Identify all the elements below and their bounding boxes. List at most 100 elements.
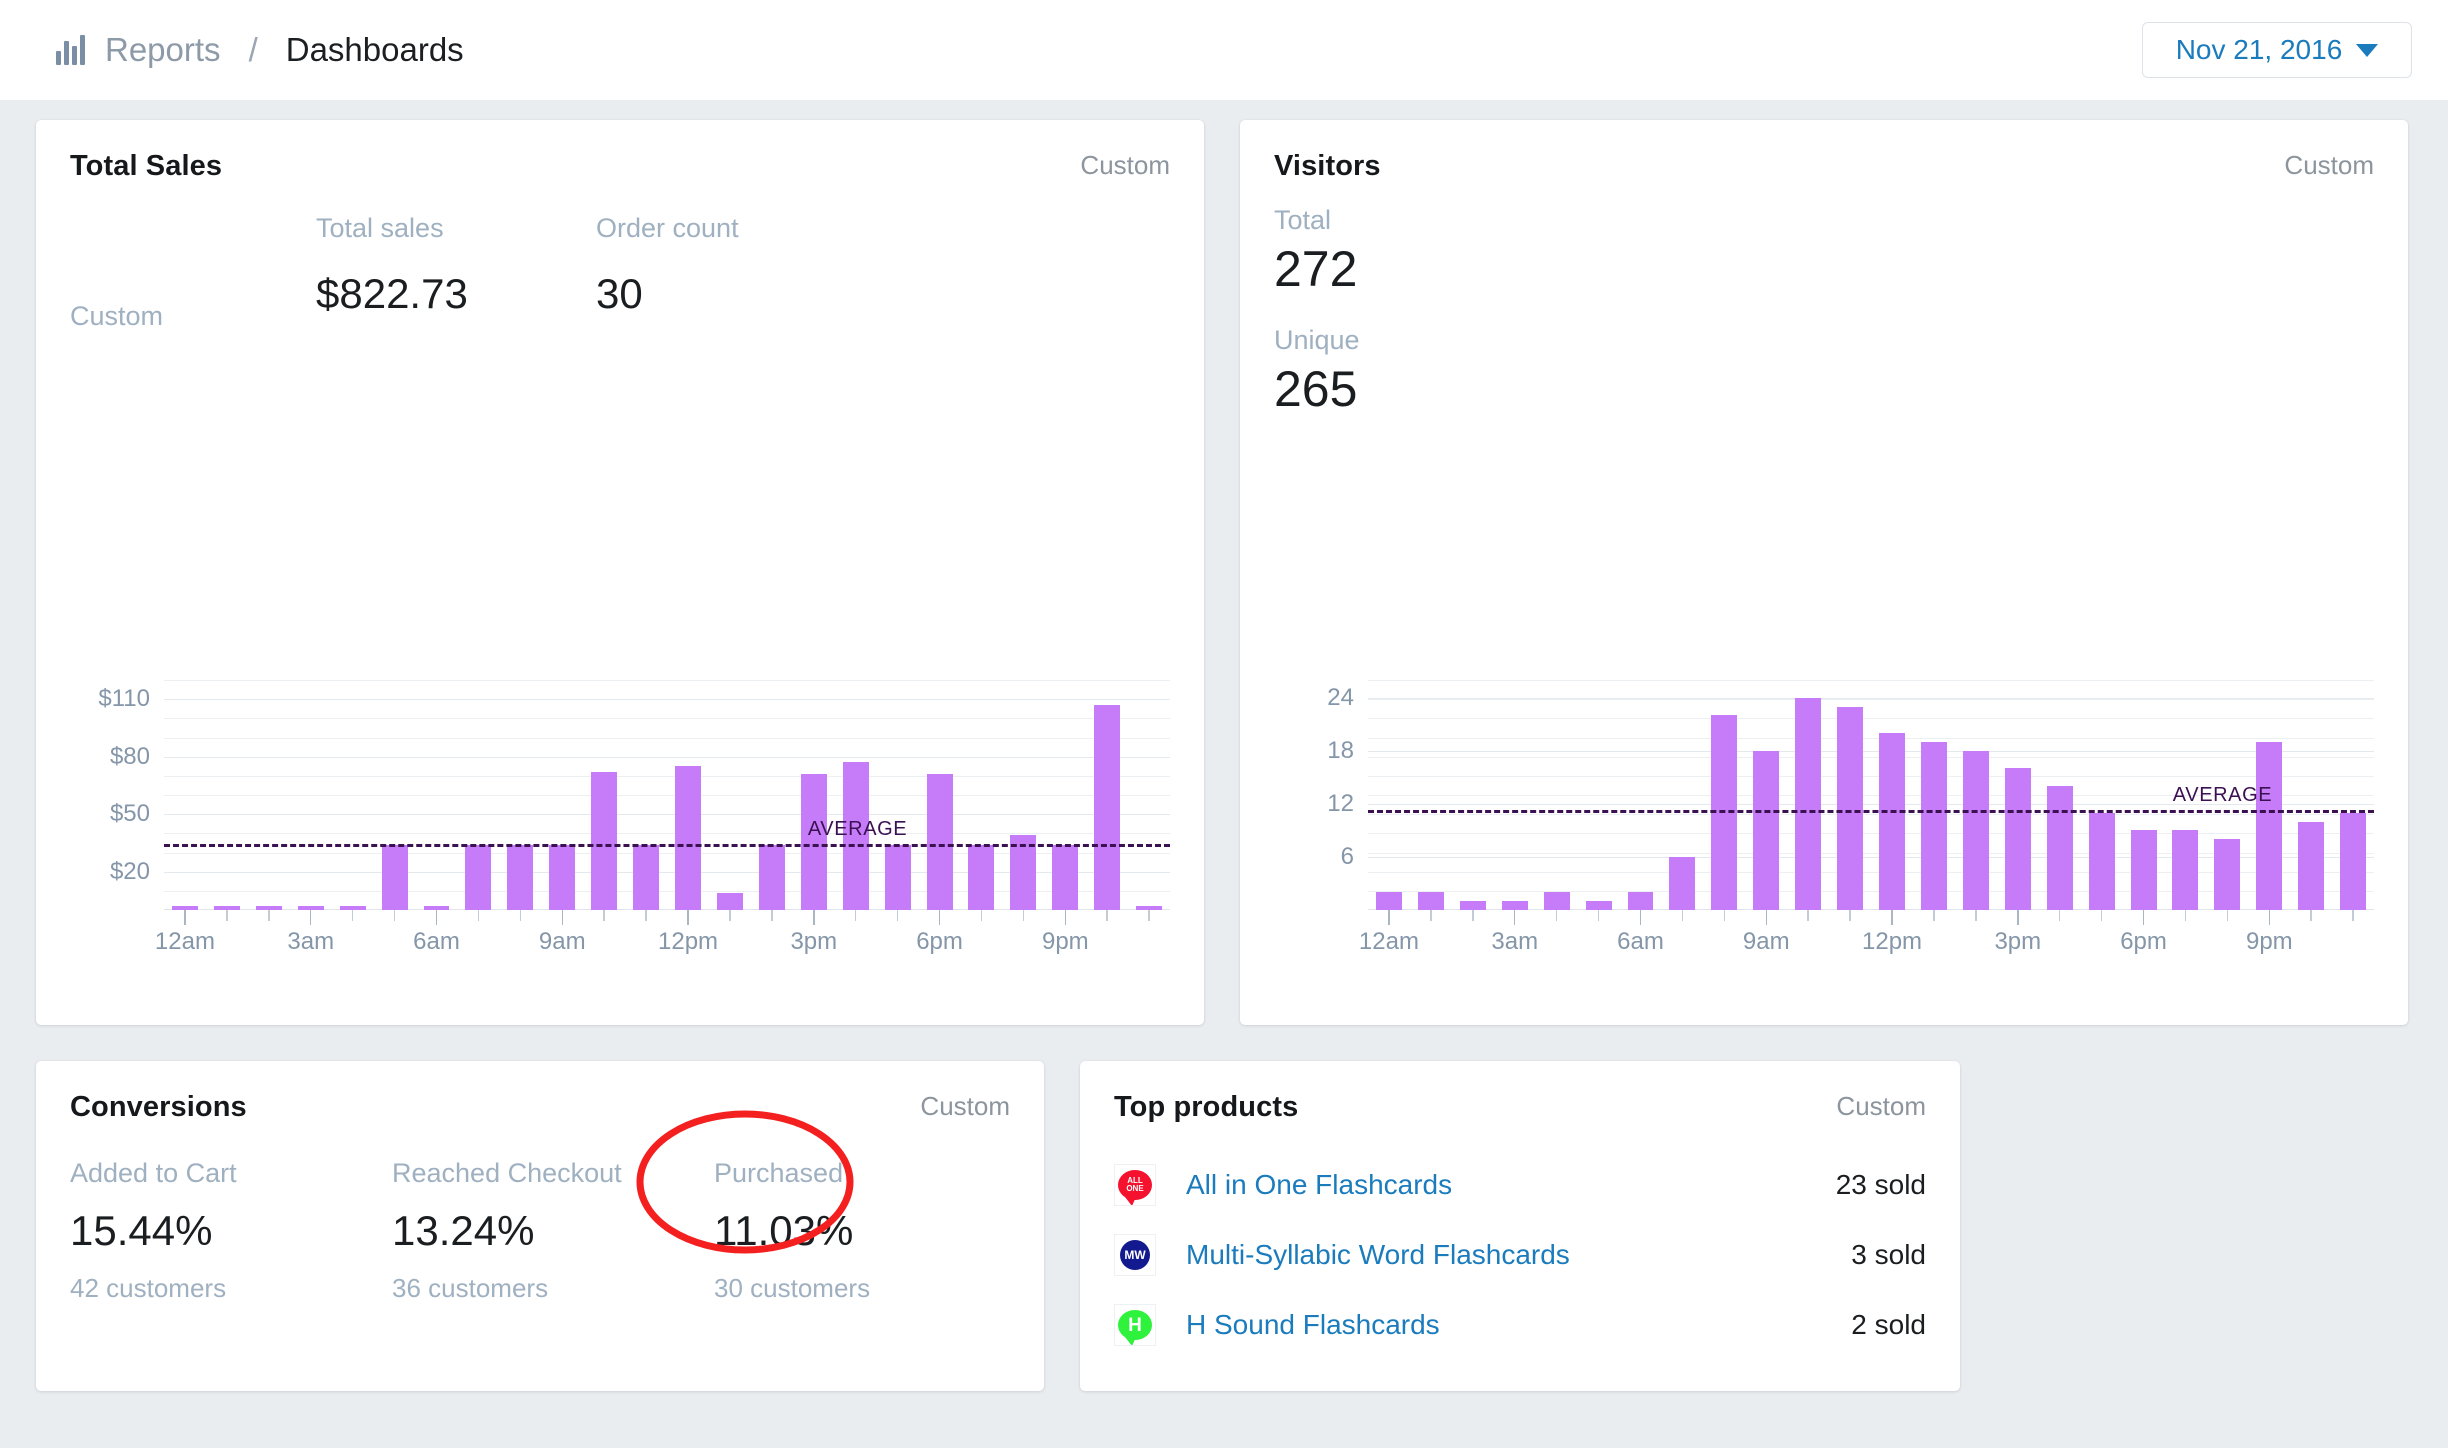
top-products-range-label[interactable]: Custom <box>1836 1091 1926 1122</box>
bar[interactable] <box>2046 786 2073 910</box>
bar[interactable] <box>1753 750 1780 910</box>
bar-slot[interactable] <box>1410 680 1452 910</box>
bar[interactable] <box>1627 892 1654 910</box>
bar[interactable] <box>1669 856 1696 910</box>
bar-slot[interactable] <box>1955 680 1997 910</box>
bar-slot[interactable] <box>416 680 458 910</box>
product-name-link[interactable]: H Sound Flashcards <box>1186 1309 1440 1341</box>
bar[interactable] <box>1920 741 1947 910</box>
bar-slot[interactable] <box>1997 680 2039 910</box>
bar-slot[interactable] <box>919 680 961 910</box>
bar-slot[interactable] <box>248 680 290 910</box>
bar-slot[interactable] <box>206 680 248 910</box>
bar-slot[interactable] <box>1661 680 1703 910</box>
bar[interactable] <box>926 773 953 910</box>
bar-slot[interactable] <box>1871 680 1913 910</box>
bar-slot[interactable] <box>2290 680 2332 910</box>
conversions-title: Conversions <box>70 1091 247 1123</box>
x-axis: 12am 3am 6am 9am 12pm 3pm 6pm 9pm <box>155 910 1170 970</box>
list-item[interactable]: MW Multi-Syllabic Word Flashcards 3 sold <box>1114 1220 1926 1290</box>
bar[interactable] <box>507 844 534 910</box>
bar[interactable] <box>2340 812 2367 910</box>
bar[interactable] <box>1052 844 1079 910</box>
bar-slot[interactable] <box>541 680 583 910</box>
x-axis-tick <box>2081 910 2123 925</box>
bar-slot[interactable] <box>332 680 374 910</box>
breadcrumb-reports[interactable]: Reports <box>105 31 221 69</box>
bar-slot[interactable] <box>835 680 877 910</box>
visitors-range-label[interactable]: Custom <box>2284 150 2374 181</box>
bar[interactable] <box>884 844 911 910</box>
bar-slot[interactable] <box>751 680 793 910</box>
bar-slot[interactable] <box>709 680 751 910</box>
bar[interactable] <box>1879 733 1906 910</box>
bar[interactable] <box>1459 901 1486 910</box>
bar-slot[interactable] <box>1913 680 1955 910</box>
bar-slot[interactable] <box>1368 680 1410 910</box>
bar-slot[interactable] <box>961 680 1003 910</box>
bar-slot[interactable] <box>1829 680 1871 910</box>
bar-slot[interactable] <box>374 680 416 910</box>
product-name-link[interactable]: All in One Flashcards <box>1186 1169 1452 1201</box>
bar-slot[interactable] <box>1703 680 1745 910</box>
bar[interactable] <box>1795 697 1822 910</box>
dashboard-row-bottom: Conversions Custom Added to Cart 15.44% … <box>36 1061 2412 1391</box>
bar[interactable] <box>758 844 785 910</box>
bar[interactable] <box>1501 901 1528 910</box>
bar-slot[interactable] <box>667 680 709 910</box>
list-item[interactable]: H H Sound Flashcards 2 sold <box>1114 1290 1926 1360</box>
bar-slot[interactable] <box>1086 680 1128 910</box>
bar[interactable] <box>2088 812 2115 910</box>
bar[interactable] <box>1417 892 1444 910</box>
bar[interactable] <box>1543 892 1570 910</box>
bar[interactable] <box>2214 839 2241 910</box>
bar-slot[interactable] <box>2039 680 2081 910</box>
bar[interactable] <box>2256 741 2283 910</box>
bar-slot[interactable] <box>1745 680 1787 910</box>
product-name-link[interactable]: Multi-Syllabic Word Flashcards <box>1186 1239 1570 1271</box>
bar-slot[interactable] <box>1494 680 1536 910</box>
bar-slot[interactable] <box>1128 680 1170 910</box>
total-sales-range-label[interactable]: Custom <box>1080 150 1170 181</box>
bar[interactable] <box>968 844 995 910</box>
bar-slot[interactable] <box>625 680 667 910</box>
bar-slot[interactable] <box>1044 680 1086 910</box>
bar-slot[interactable] <box>1620 680 1662 910</box>
bar[interactable] <box>1094 704 1121 910</box>
bar-slot[interactable] <box>583 680 625 910</box>
average-label: AVERAGE <box>807 818 908 841</box>
bar[interactable] <box>1375 892 1402 910</box>
bar-slot[interactable] <box>2081 680 2123 910</box>
bar[interactable] <box>633 844 660 910</box>
bar[interactable] <box>381 844 408 910</box>
list-item[interactable]: ALL ONE All in One Flashcards 23 sold <box>1114 1150 1926 1220</box>
date-range-picker[interactable]: Nov 21, 2016 <box>2142 22 2412 78</box>
bar-slot[interactable] <box>1578 680 1620 910</box>
bar[interactable] <box>2172 830 2199 910</box>
bar[interactable] <box>549 844 576 910</box>
bar-slot[interactable] <box>457 680 499 910</box>
bar[interactable] <box>1837 706 1864 910</box>
bar[interactable] <box>1585 901 1612 910</box>
bar[interactable] <box>2298 821 2325 910</box>
conversions-range-label[interactable]: Custom <box>920 1091 1010 1122</box>
bar-slot[interactable] <box>2332 680 2374 910</box>
bar-slot[interactable] <box>164 680 206 910</box>
bar[interactable] <box>591 772 618 910</box>
bar[interactable] <box>675 766 702 910</box>
bar-slot[interactable] <box>793 680 835 910</box>
bar[interactable] <box>2004 768 2031 910</box>
bar[interactable] <box>2130 830 2157 910</box>
bar-slot[interactable] <box>1452 680 1494 910</box>
x-axis-tick <box>290 910 332 925</box>
bar-slot[interactable] <box>2123 680 2165 910</box>
bar-slot[interactable] <box>1787 680 1829 910</box>
bar[interactable] <box>1962 750 1989 910</box>
bar-slot[interactable] <box>1002 680 1044 910</box>
bar[interactable] <box>465 844 492 910</box>
bar-slot[interactable] <box>499 680 541 910</box>
bar[interactable] <box>716 892 743 910</box>
bar-slot[interactable] <box>290 680 332 910</box>
bar-slot[interactable] <box>877 680 919 910</box>
bar-slot[interactable] <box>1536 680 1578 910</box>
